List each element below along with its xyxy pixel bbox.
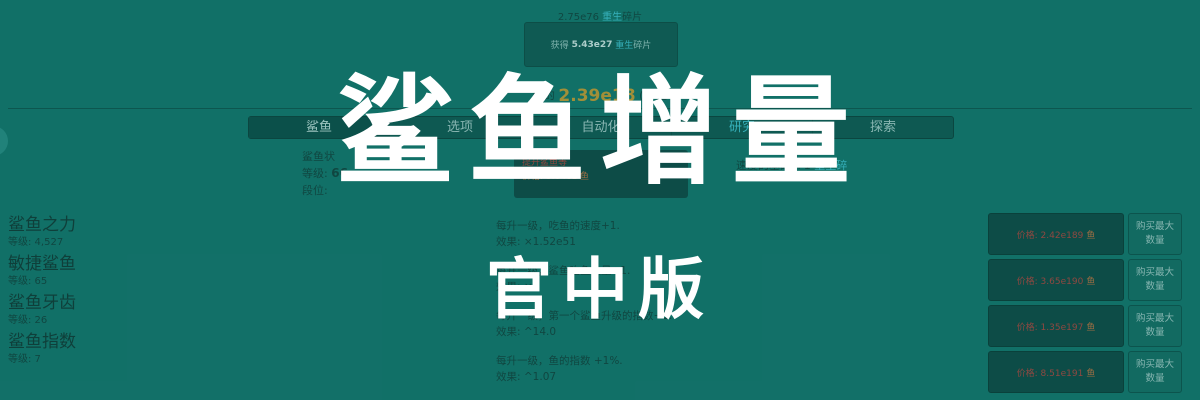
banner-subtitle: 官中版 [486, 251, 714, 328]
banner-title: 鲨鱼增量 [335, 63, 864, 201]
